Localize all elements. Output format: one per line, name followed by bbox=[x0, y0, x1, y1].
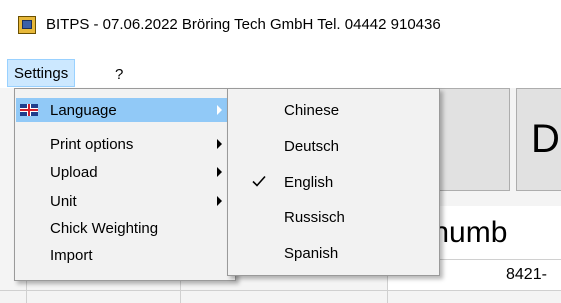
menu-bar: Settings ? bbox=[0, 58, 561, 88]
submenu-arrow-icon bbox=[217, 105, 222, 115]
grid-edge bbox=[0, 88, 14, 303]
app-icon bbox=[18, 16, 36, 34]
language-item-russisch[interactable]: Russisch bbox=[229, 205, 438, 229]
menu-item-label: Import bbox=[50, 246, 93, 264]
menu-item-print-options[interactable]: Print options bbox=[16, 132, 234, 156]
menu-item-chick-weighting[interactable]: Chick Weighting bbox=[16, 216, 234, 240]
settings-dropdown: Language Print options Upload Unit Chick… bbox=[14, 88, 236, 281]
menu-item-import[interactable]: Import bbox=[16, 243, 234, 267]
submenu-arrow-icon bbox=[217, 196, 222, 206]
menu-item-label: Unit bbox=[50, 192, 77, 210]
title-bar: BITPS - 07.06.2022 Bröring Tech GmbH Tel… bbox=[0, 0, 561, 54]
menu-item-language[interactable]: Language bbox=[16, 98, 234, 122]
grid-line bbox=[0, 290, 561, 291]
window-title: BITPS - 07.06.2022 Bröring Tech GmbH Tel… bbox=[46, 16, 441, 33]
background-button-2[interactable]: D bbox=[516, 88, 561, 191]
language-label: English bbox=[284, 173, 334, 191]
language-label: Russisch bbox=[284, 208, 345, 226]
checkmark-icon bbox=[252, 175, 266, 187]
language-label: Spanish bbox=[284, 244, 339, 262]
menu-item-label: Upload bbox=[50, 163, 98, 181]
submenu-arrow-icon bbox=[217, 139, 222, 149]
language-label: Chinese bbox=[284, 101, 340, 119]
language-item-deutsch[interactable]: Deutsch bbox=[229, 134, 438, 158]
language-label: Deutsch bbox=[284, 137, 340, 155]
submenu-arrow-icon bbox=[217, 167, 222, 177]
uk-flag-icon bbox=[20, 104, 38, 116]
grid-line bbox=[26, 281, 27, 303]
menu-item-upload[interactable]: Upload bbox=[16, 160, 234, 184]
language-submenu: Chinese Deutsch English Russisch Spanish bbox=[227, 88, 440, 276]
menu-help[interactable]: ? bbox=[115, 62, 123, 86]
menu-settings[interactable]: Settings bbox=[7, 59, 76, 87]
menu-item-label: Chick Weighting bbox=[50, 219, 159, 237]
language-item-english[interactable]: English bbox=[229, 170, 438, 194]
menu-item-unit[interactable]: Unit bbox=[16, 189, 234, 213]
language-item-chinese[interactable]: Chinese bbox=[229, 98, 438, 122]
menu-item-label: Print options bbox=[50, 135, 134, 153]
grid-line bbox=[180, 281, 181, 303]
language-item-spanish[interactable]: Spanish bbox=[229, 241, 438, 265]
menu-item-label: Language bbox=[50, 101, 117, 119]
